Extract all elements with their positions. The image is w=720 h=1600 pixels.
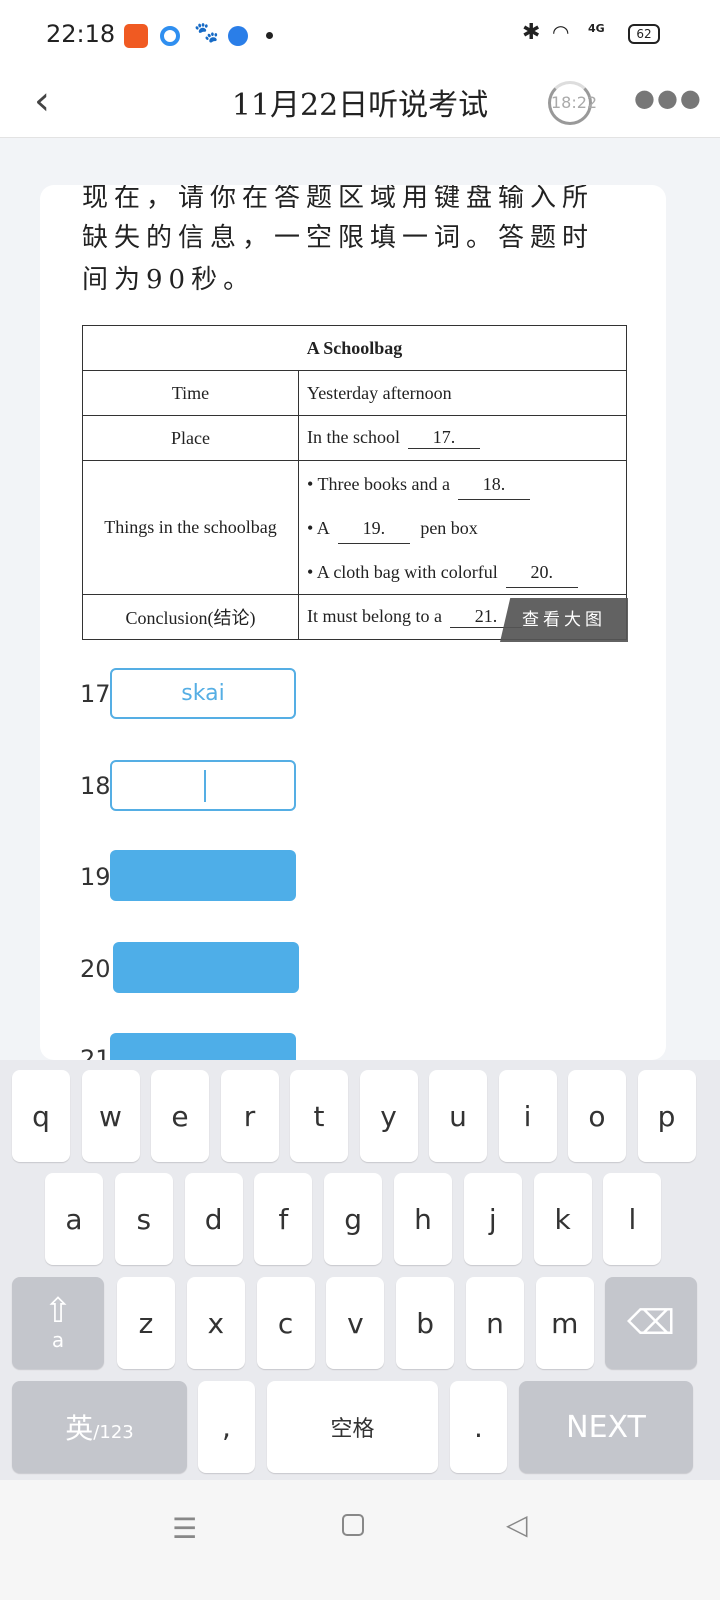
- answer-number: 17: [80, 680, 111, 708]
- instruction-text: 现在，请你在答题区域用键盘输入所: [82, 185, 595, 213]
- table-cell: Yesterday afternoon: [298, 370, 627, 416]
- table-label: Things in the schoolbag: [82, 460, 299, 595]
- key-u[interactable]: u: [429, 1070, 487, 1162]
- key-b[interactable]: b: [396, 1277, 455, 1369]
- blank-18: 18.: [457, 469, 530, 500]
- qq-browser-icon: [160, 26, 180, 46]
- shift-label: a: [51, 1328, 65, 1352]
- blank-20: 20.: [505, 557, 578, 588]
- answer-number: 19: [80, 863, 111, 891]
- answer-input-21[interactable]: [110, 1033, 296, 1060]
- text-cursor: [204, 770, 206, 802]
- comma-key[interactable]: ,: [198, 1381, 255, 1473]
- key-f[interactable]: f: [254, 1173, 313, 1265]
- answer-number: 18: [80, 772, 111, 800]
- battery-icon: 62: [628, 24, 660, 44]
- answer-input-18[interactable]: [110, 760, 296, 811]
- table-label: Time: [82, 370, 299, 416]
- page-title: 11月22日听说考试: [231, 88, 489, 123]
- key-h[interactable]: h: [394, 1173, 452, 1265]
- header: ‹ 11月22日听说考试 18:22 ●●●: [0, 70, 720, 138]
- menu-nav-button[interactable]: ☰: [172, 1512, 197, 1545]
- lang-sub-label: /123: [93, 1421, 134, 1443]
- key-d[interactable]: d: [184, 1173, 243, 1265]
- table-label: Place: [82, 415, 299, 461]
- key-l[interactable]: l: [603, 1173, 662, 1265]
- table-title: A Schoolbag: [82, 325, 627, 371]
- app-notification-icon: [124, 24, 148, 48]
- table-cell: • Three books and a 18. • A 19. pen box • …: [298, 460, 627, 595]
- answer-number: 20: [80, 955, 111, 983]
- key-e[interactable]: e: [151, 1070, 209, 1162]
- back-nav-button[interactable]: ◁: [506, 1508, 528, 1541]
- key-c[interactable]: c: [256, 1277, 315, 1369]
- key-w[interactable]: w: [81, 1070, 140, 1162]
- status-bar: 22:18 🐾 ✱ ◠ 4G 62: [0, 0, 720, 70]
- key-o[interactable]: o: [568, 1070, 626, 1162]
- key-s[interactable]: s: [114, 1173, 173, 1265]
- more-notifications-icon: [266, 32, 273, 39]
- key-n[interactable]: n: [466, 1277, 524, 1369]
- instruction-text: 缺失的信息，一空限填一词。答题时: [82, 223, 595, 253]
- status-time: 22:18: [46, 20, 116, 48]
- home-nav-button[interactable]: [342, 1514, 364, 1536]
- table-cell: In the school 17.: [298, 415, 627, 461]
- cell-text: • Three books and a: [307, 473, 450, 494]
- answer-input-19[interactable]: [110, 850, 296, 901]
- signal-icon: 4G: [588, 22, 605, 35]
- cell-text: • A cloth bag with colorful: [307, 561, 498, 582]
- answer-number: 21: [80, 1045, 111, 1060]
- cell-text: • A: [307, 517, 330, 538]
- navigation-bar: ☰ ◁: [0, 1480, 720, 1600]
- backspace-icon: ⌫: [626, 1303, 676, 1343]
- key-j[interactable]: j: [463, 1173, 522, 1265]
- key-q[interactable]: q: [12, 1070, 70, 1162]
- key-g[interactable]: g: [324, 1173, 383, 1265]
- next-key[interactable]: NEXT: [519, 1381, 693, 1473]
- key-i[interactable]: i: [498, 1070, 557, 1162]
- period-key[interactable]: .: [450, 1381, 507, 1473]
- shift-key[interactable]: ⇧ a: [12, 1277, 104, 1369]
- key-k[interactable]: k: [533, 1173, 592, 1265]
- timer: 18:22: [548, 81, 597, 125]
- keyboard: q w e r t y u i o p a s d f g h j k l z x c v b n m ⇧ a ⌫ 英/123, 空格. NE…: [0, 1060, 720, 1480]
- key-t[interactable]: t: [290, 1070, 348, 1162]
- question-card: 现在，请你在答题区域用键盘输入所 缺失的信息，一空限填一词。答题时 间为90秒。…: [40, 185, 666, 1060]
- space-key[interactable]: 空格: [267, 1381, 438, 1473]
- blank-19: 19.: [337, 513, 410, 544]
- key-y[interactable]: y: [359, 1070, 418, 1162]
- wifi-icon: ◠: [552, 20, 570, 44]
- baidu-icon: 🐾: [194, 20, 219, 44]
- app-icon: [228, 26, 248, 46]
- key-a[interactable]: a: [45, 1173, 103, 1265]
- key-p[interactable]: p: [637, 1070, 696, 1162]
- language-switch-key[interactable]: 英/123: [12, 1381, 187, 1473]
- answer-input-20[interactable]: [113, 942, 299, 993]
- view-large-image-button[interactable]: 查看大图: [500, 598, 628, 642]
- cell-text: pen box: [420, 517, 478, 538]
- key-v[interactable]: v: [326, 1277, 385, 1369]
- blank-17: 17.: [407, 427, 480, 449]
- key-m[interactable]: m: [535, 1277, 594, 1369]
- backspace-key[interactable]: ⌫: [605, 1277, 697, 1369]
- lang-label: 英: [65, 1412, 94, 1445]
- key-z[interactable]: z: [117, 1277, 175, 1369]
- key-x[interactable]: x: [186, 1277, 245, 1369]
- shift-arrow-icon: ⇧: [43, 1291, 73, 1331]
- more-options-icon[interactable]: ●●●: [634, 84, 703, 112]
- instruction-text: 间为90秒。: [82, 265, 256, 295]
- schoolbag-table: A Schoolbag Time Yesterday afternoon Plac…: [82, 325, 627, 640]
- table-label: Conclusion(结论): [82, 594, 299, 640]
- cell-text: It must belong to a: [307, 606, 442, 626]
- cell-text: In the school: [307, 427, 400, 447]
- bluetooth-icon: ✱: [522, 20, 541, 45]
- answer-input-17[interactable]: skai: [110, 668, 296, 719]
- key-r[interactable]: r: [220, 1070, 279, 1162]
